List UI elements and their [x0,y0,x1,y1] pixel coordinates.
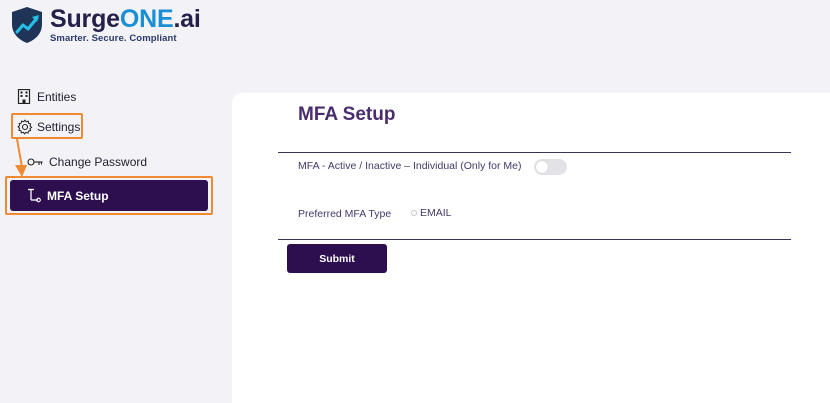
logo: SurgeONE.ai Smarter. Secure. Compliant [10,6,201,44]
divider [278,152,791,153]
email-radio-option[interactable]: EMAIL [411,207,452,219]
divider [278,239,791,240]
sidebar-item-label: Entities [37,89,77,104]
email-radio-label: EMAIL [420,207,452,219]
sidebar-item-change-password[interactable]: Change Password [27,155,147,169]
main-panel: MFA Setup MFA - Active / Inactive – Indi… [232,93,830,403]
preferred-mfa-type-label: Preferred MFA Type [298,208,392,220]
mfa-icon [28,188,41,203]
toggle-knob [536,161,548,173]
sidebar-item-label: Settings [37,120,81,134]
brand-name: SurgeONE.ai [50,5,201,33]
sidebar-item-label: MFA Setup [47,188,109,203]
mfa-toggle[interactable] [534,159,567,175]
arrow-indicator-icon [15,138,27,177]
mfa-toggle-label: MFA - Active / Inactive – Individual (On… [298,160,522,172]
sidebar-item-label: Change Password [49,155,148,169]
submit-button[interactable]: Submit [287,244,387,273]
shield-logo-icon [12,7,42,43]
email-radio[interactable] [411,210,417,216]
brand-tagline: Smarter. Secure. Compliant [50,33,177,44]
page-title: MFA Setup [298,104,396,125]
